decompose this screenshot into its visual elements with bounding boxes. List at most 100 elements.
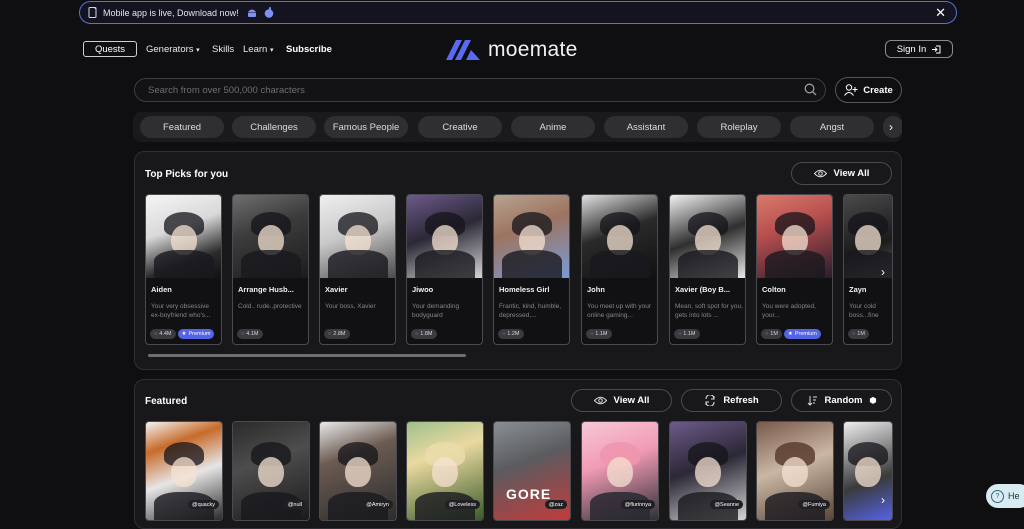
eye-icon — [813, 169, 827, 178]
chat-count-value: 1.1M — [595, 331, 608, 337]
premium-label: Premium — [794, 331, 817, 337]
category-anime[interactable]: Anime — [511, 116, 595, 138]
category-angst[interactable]: Angst — [790, 116, 874, 138]
skills-link[interactable]: Skills — [212, 44, 234, 55]
top-picks-view-all-button[interactable]: View All — [791, 162, 892, 185]
chat-count: ◌ 1.1M — [586, 329, 612, 339]
learn-menu[interactable]: Learn ▾ — [243, 44, 273, 55]
view-all-label: View All — [613, 395, 650, 406]
horizontal-scrollbar[interactable] — [148, 354, 466, 357]
chat-icon: ◌ — [328, 331, 332, 337]
category-famous-people[interactable]: Famous People — [324, 116, 408, 138]
android-icon[interactable] — [247, 7, 257, 18]
character-name: Homeless Girl — [499, 285, 550, 294]
generators-label: Generators — [146, 44, 194, 55]
character-name: Xavier (Boy B... — [675, 285, 731, 294]
character-card[interactable]: Xavier (Boy B... Mean, soft spot for you… — [669, 194, 746, 345]
featured-title: Featured — [145, 396, 188, 407]
refresh-button[interactable]: Refresh — [681, 389, 782, 412]
premium-label: Premium — [188, 331, 211, 337]
chevron-right-icon[interactable]: › — [883, 117, 899, 137]
generators-menu[interactable]: Generators ▾ — [146, 44, 200, 55]
chevron-down-icon: ▾ — [196, 47, 200, 54]
chat-icon: ◌ — [852, 331, 856, 337]
chat-icon: ◌ — [415, 331, 419, 337]
creator-tag: @zaz — [544, 500, 567, 509]
refresh-icon — [705, 395, 715, 406]
star-icon: ★ — [181, 331, 187, 337]
character-desc: Your boss, Xavier — [325, 303, 376, 310]
creator-tag: @Fumiya — [798, 500, 830, 509]
featured-card[interactable]: @Loveless — [406, 421, 484, 521]
creator-tag: @quacky — [187, 500, 219, 509]
chevron-down-icon: ▾ — [269, 47, 274, 54]
chat-icon: ◌ — [678, 331, 682, 337]
signin-button[interactable]: Sign In — [885, 40, 953, 58]
creator-tag: @null — [283, 500, 306, 509]
chat-count: ◌ 1M — [848, 329, 869, 339]
character-card[interactable]: John You meet up with your online gaming… — [581, 194, 658, 345]
character-card[interactable]: Arrange Husb... Cold.. rude..protective … — [232, 194, 309, 345]
create-button[interactable]: Create — [835, 77, 902, 103]
character-card[interactable]: Jiwoo Your demanding bodyguard ◌ 1.8M — [406, 194, 483, 345]
category-featured[interactable]: Featured — [140, 116, 224, 138]
refresh-label: Refresh — [723, 395, 759, 406]
top-picks-title: Top Picks for you — [145, 169, 229, 180]
character-desc: Cold.. rude..protective — [238, 303, 302, 310]
category-assistant[interactable]: Assistant — [604, 116, 688, 138]
featured-card[interactable]: GORE @zaz — [493, 421, 571, 521]
featured-card[interactable]: @null — [232, 421, 310, 521]
chat-count: ◌ 1.8M — [411, 329, 437, 339]
character-desc: Your very obsessive ex-boyfriend who's..… — [151, 303, 211, 319]
featured-card[interactable]: @flurinnya — [581, 421, 659, 521]
search-icon[interactable] — [804, 83, 817, 99]
chat-count-value: 1M — [770, 331, 778, 337]
character-image — [494, 195, 569, 278]
random-button[interactable]: Random ⬢ — [791, 389, 892, 412]
add-user-icon — [844, 84, 858, 96]
logo[interactable]: moemate — [446, 38, 578, 62]
learn-label: Learn — [243, 44, 268, 55]
character-card[interactable]: Colton You were adopted, your... ◌ 1M ★ Pr… — [756, 194, 833, 345]
subscribe-link[interactable]: Subscribe — [286, 44, 332, 55]
premium-badge: ★ Premium — [783, 329, 821, 339]
category-roleplay[interactable]: Roleplay — [697, 116, 781, 138]
quests-button[interactable]: Quests — [83, 41, 137, 57]
chat-count-value: 1M — [857, 331, 865, 337]
chat-count: ◌ 1.2M — [498, 329, 524, 339]
chat-count-value: 2.8M — [333, 331, 346, 337]
featured-card[interactable]: @quacky — [145, 421, 223, 521]
featured-card[interactable] — [843, 421, 893, 521]
creator-tag: @flurinnya — [620, 500, 655, 509]
apple-icon[interactable] — [264, 7, 274, 18]
featured-card[interactable]: @Amiryn — [319, 421, 397, 521]
search-input[interactable]: Search from over 500,000 characters — [134, 78, 826, 102]
featured-card[interactable]: @Seanne — [669, 421, 747, 521]
character-name: Zayn — [849, 285, 867, 294]
character-desc: Mean, soft spot for you, gets into lots … — [675, 303, 743, 319]
creator-tag: @Seanne — [710, 500, 743, 509]
chat-count: ◌ 1.1M — [674, 329, 700, 339]
character-name: Aiden — [151, 285, 172, 294]
dice-icon: ⬢ — [869, 396, 877, 405]
character-image — [757, 195, 832, 278]
character-card[interactable]: Xavier Your boss, Xavier ◌ 2.8M — [319, 194, 396, 345]
chevron-right-icon[interactable]: › — [881, 493, 885, 507]
chat-count-value: 4.1M — [246, 331, 259, 337]
featured-card[interactable]: @Fumiya — [756, 421, 834, 521]
close-icon[interactable]: ✕ — [935, 5, 946, 21]
character-image: @Seanne — [670, 422, 746, 520]
app-banner: Mobile app is live, Download now! ✕ — [79, 1, 957, 24]
category-challenges[interactable]: Challenges — [232, 116, 316, 138]
character-card[interactable]: Homeless Girl Frantic, kind, humble, dep… — [493, 194, 570, 345]
character-card[interactable]: Zayn Your cold boss...fine ◌ 1M — [843, 194, 893, 345]
character-desc: Your cold boss...fine — [849, 303, 879, 319]
character-image — [233, 195, 308, 278]
chevron-right-icon[interactable]: › — [881, 265, 885, 279]
featured-view-all-button[interactable]: View All — [571, 389, 672, 412]
banner-text: Mobile app is live, Download now! — [103, 7, 239, 18]
logo-icon — [446, 40, 480, 60]
category-creative[interactable]: Creative — [418, 116, 502, 138]
help-widget[interactable]: ? He — [986, 484, 1024, 508]
character-card[interactable]: Aiden Your very obsessive ex-boyfriend w… — [145, 194, 222, 345]
